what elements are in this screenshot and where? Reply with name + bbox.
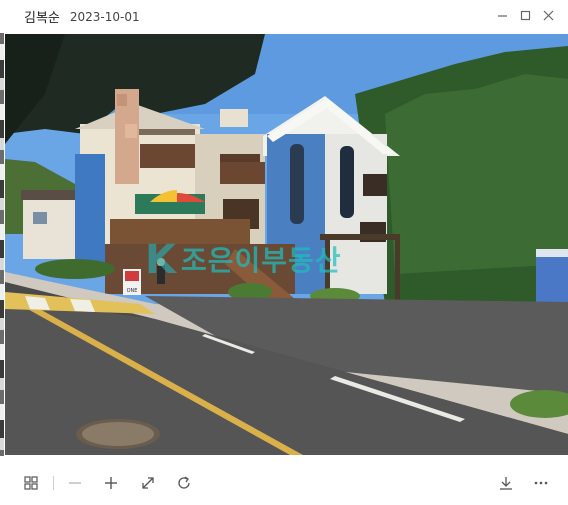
photo-date: 2023-10-01: [69, 9, 140, 24]
minimize-button[interactable]: [495, 8, 510, 23]
watermark-brand: K: [145, 237, 177, 283]
close-icon: [543, 10, 554, 21]
zoom-out-button[interactable]: [66, 474, 84, 492]
more-button[interactable]: [532, 474, 550, 492]
grid-view-button[interactable]: [22, 474, 40, 492]
background-window-edge: [0, 0, 4, 505]
zoom-in-button[interactable]: [102, 474, 120, 492]
photo-view[interactable]: ONE K 조은이부동산: [5, 34, 568, 455]
grid-icon: [24, 476, 38, 490]
fit-expand-button[interactable]: [139, 474, 157, 492]
watermark: K 조은이부동산: [145, 237, 342, 283]
download-button[interactable]: [497, 474, 515, 492]
minimize-icon: [498, 15, 507, 17]
toolbar-divider: [53, 476, 54, 490]
window-title: 김복순: [24, 11, 60, 26]
fit-expand-icon: [142, 477, 154, 489]
shop-sign-text: ONE: [127, 288, 138, 294]
zoom-out-icon: [69, 482, 81, 484]
download-icon: [500, 477, 512, 490]
rotate-button[interactable]: [175, 474, 193, 492]
rotate-icon: [178, 476, 190, 489]
title-bar: 김복순 2023-10-01: [0, 0, 568, 33]
window-controls: [495, 8, 556, 23]
close-button[interactable]: [541, 8, 556, 23]
more-icon: [534, 481, 548, 485]
bottom-toolbar: [0, 456, 568, 505]
watermark-text: 조은이부동산: [181, 244, 342, 277]
maximize-button[interactable]: [518, 8, 533, 23]
zoom-in-icon: [105, 477, 117, 489]
maximize-icon: [520, 10, 531, 21]
